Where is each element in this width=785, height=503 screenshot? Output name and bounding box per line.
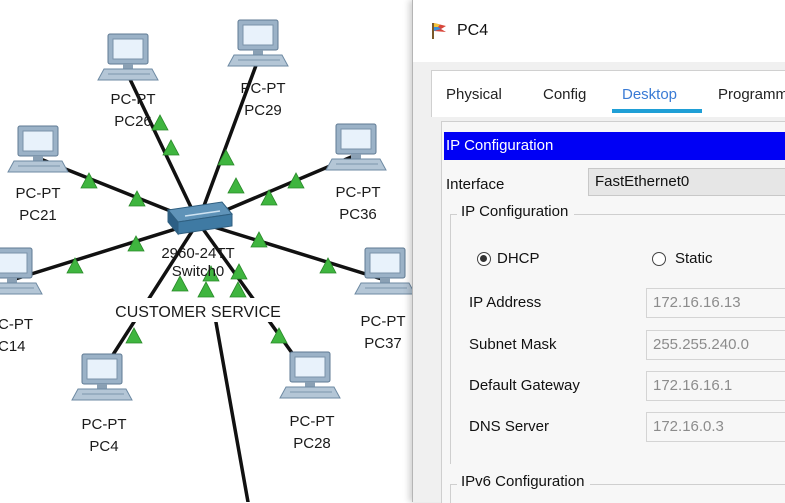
interface-select[interactable]: FastEthernet0	[588, 168, 785, 196]
pc-icon	[97, 33, 159, 81]
pc4-window[interactable]: PC4 Physical Config Desktop Programm IP …	[412, 0, 785, 503]
pc-name-label: PC28	[293, 435, 331, 452]
default-gateway-label: Default Gateway	[469, 377, 580, 394]
packet-tracer-icon	[432, 23, 446, 39]
ip-configuration-panel: IP Configuration Interface FastEthernet0…	[441, 121, 785, 503]
ipv6-config-group-title: IPv6 Configuration	[457, 473, 591, 490]
topology-canvas[interactable]: 2960-24TT Switch0 CUSTOMER SERVICE PC-PT…	[0, 0, 416, 502]
pc-name-label: PC36	[339, 206, 377, 223]
tab-programming[interactable]: Programm	[718, 86, 785, 103]
radio-selected-dot	[480, 255, 487, 262]
subnet-mask-field[interactable]: 255.255.240.0	[646, 330, 785, 360]
pc-type-label: PC-PT	[82, 416, 127, 433]
switch-name-label: Switch0	[172, 263, 225, 280]
pc-name-label: PC21	[19, 207, 57, 224]
tab-bar: Physical Config Desktop Programm	[431, 70, 785, 117]
active-tab-indicator	[612, 109, 702, 113]
pc-name-label: PC26	[114, 113, 152, 130]
pc-name-label: PC29	[244, 102, 282, 119]
pc-device-pc26[interactable]: PC-PT PC26	[97, 33, 159, 130]
pc-device-pc37[interactable]: PC-PT PC37	[354, 247, 416, 352]
pc-device-pc21[interactable]: PC-PT PC21	[7, 125, 69, 224]
dhcp-radio[interactable]	[477, 252, 491, 266]
tab-config[interactable]: Config	[543, 86, 586, 103]
pc-icon	[279, 351, 341, 399]
pc-type-label: PC-PT	[241, 80, 286, 97]
pc-type-label: PC-PT	[336, 184, 381, 201]
ip-address-field[interactable]: 172.16.16.13	[646, 288, 785, 318]
ip-config-group: IP Configuration DHCP Static IP Address …	[450, 203, 785, 464]
default-gateway-field[interactable]: 172.16.16.1	[646, 371, 785, 401]
interface-label: Interface	[446, 176, 505, 193]
pc-name-label: C14	[0, 338, 26, 355]
static-label[interactable]: Static	[675, 250, 713, 267]
window-titlebar[interactable]: PC4	[413, 0, 785, 62]
pc-name-label: PC37	[364, 335, 402, 352]
static-radio[interactable]	[652, 252, 666, 266]
subnet-mask-label: Subnet Mask	[469, 336, 557, 353]
tab-physical[interactable]: Physical	[446, 86, 502, 103]
pc-device-pc29[interactable]: PC-PT PC29	[227, 19, 289, 119]
pc-device-pc4[interactable]: PC-PT PC4	[71, 353, 133, 455]
pc-type-label: PC-PT	[111, 91, 156, 108]
ipv6-config-group: IPv6 Configuration	[450, 473, 785, 503]
pc-name-label: PC4	[89, 438, 118, 455]
tab-desktop[interactable]: Desktop	[622, 86, 677, 103]
section-header: IP Configuration	[444, 132, 785, 160]
pc-type-label: PC-PT	[361, 313, 406, 330]
pc-icon	[71, 353, 133, 401]
dns-server-field[interactable]: 172.16.0.3	[646, 412, 785, 442]
pc-type-label: PC-PT	[290, 413, 335, 430]
pc-type-label: C-PT	[0, 316, 33, 333]
room-label: CUSTOMER SERVICE	[115, 304, 281, 321]
switch-model-label: 2960-24TT	[161, 245, 234, 262]
dhcp-label[interactable]: DHCP	[497, 250, 540, 267]
pc-icon	[354, 247, 416, 295]
pc-icon	[7, 125, 69, 173]
window-title: PC4	[457, 22, 489, 39]
pc-icon	[325, 123, 387, 171]
pc-icon	[227, 19, 289, 67]
pc-type-label: PC-PT	[16, 185, 61, 202]
pc-device-pc28[interactable]: PC-PT PC28	[279, 351, 341, 452]
pc-device-pc14[interactable]: C-PT C14	[0, 247, 43, 355]
ip-config-group-title: IP Configuration	[457, 203, 575, 220]
pc-device-pc36[interactable]: PC-PT PC36	[325, 123, 387, 223]
dns-server-label: DNS Server	[469, 418, 550, 435]
ip-address-label: IP Address	[469, 294, 542, 311]
